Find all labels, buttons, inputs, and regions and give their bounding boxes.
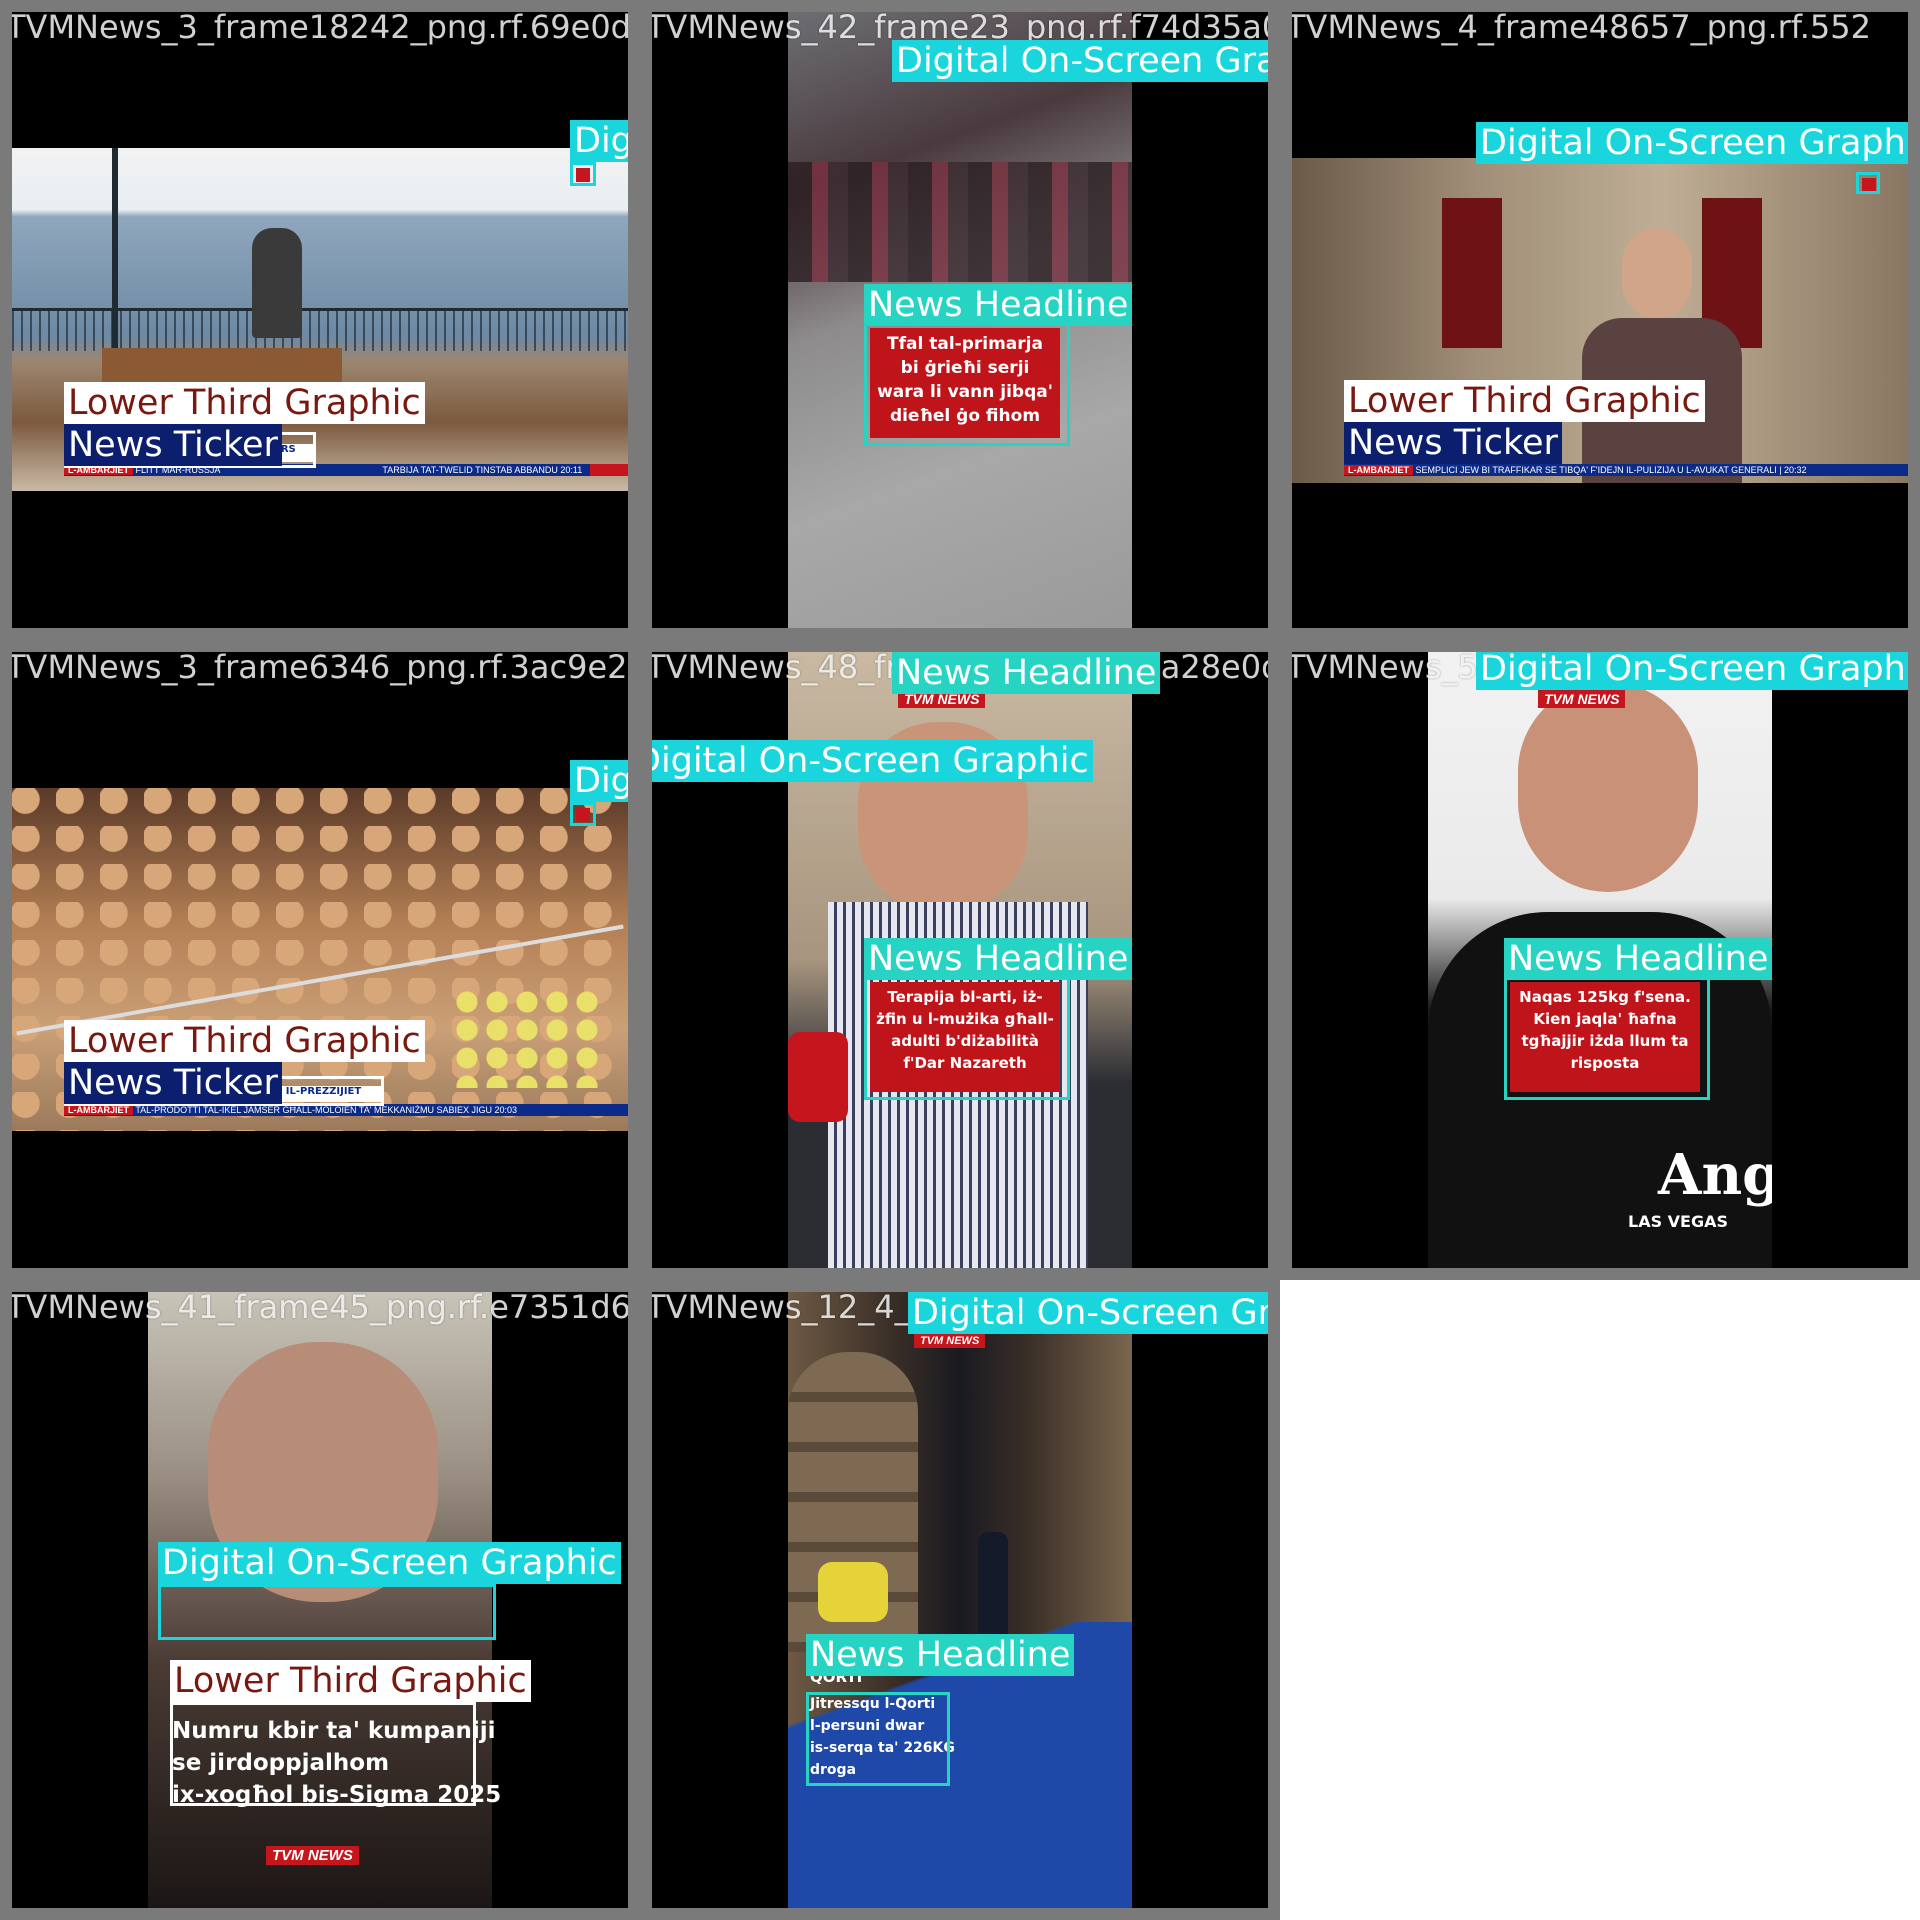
speaker-head	[1622, 228, 1692, 318]
ticker-text-2: TARBIJA TAT-TWELID TINSTAB ABBANDU 20:11	[382, 465, 583, 475]
couple-figures	[252, 228, 302, 338]
mosaic-tile-5: TVM NEWS Terapija bl-arti, iż-żfin u l-m…	[640, 640, 1280, 1280]
tvm-news-logo: TVM NEWS	[1538, 690, 1626, 708]
tvm-news-logo: TVM NEWS	[266, 1846, 359, 1865]
class-label-dosg: Digital On-Screen Graphic	[570, 760, 628, 802]
mosaic-tile-3: L-AMBARJIET SEMPLICI JEW BI TRAFFIKAR SE…	[1280, 0, 1920, 640]
red-curtain-left	[1442, 198, 1502, 348]
ticker-text: SEMPLICI JEW BI TRAFFIKAR SE TIBQA' F'ID…	[1415, 465, 1807, 475]
bbox-dosg	[1856, 172, 1880, 194]
flowers	[452, 988, 602, 1088]
class-label-ltg: Lower Third Graphic	[64, 382, 425, 424]
filename-label: TVMNews_3_frame18242_png.rf.69e0d7a0620	[6, 8, 631, 46]
bbox-ltg	[170, 1702, 476, 1806]
shirt-print: Ang	[1658, 1142, 1772, 1208]
class-label-dosg: Digital On-Screen Graphic	[570, 120, 628, 162]
filename-label: TVMNews_41_frame45_png.rf.e7351d6390	[6, 1288, 640, 1326]
class-label-ltg: Lower Third Graphic	[170, 1660, 531, 1702]
class-label-nt: News Ticker	[64, 424, 282, 466]
class-label-nh: News Headline	[1504, 938, 1773, 980]
class-label-nh: News Headline	[806, 1634, 1075, 1676]
mosaic-tile-2: Tfal tal-primarja bi ġrieħi serji wara l…	[640, 0, 1280, 640]
class-label-dosg: Digital On-Screen Graphic	[892, 40, 1268, 82]
class-label-ltg: Lower Third Graphic	[64, 1020, 425, 1062]
bbox-nh	[864, 322, 1070, 446]
class-label-nt: News Ticker	[1344, 422, 1562, 464]
ticker-tag: L-AMBARJIET	[1344, 465, 1413, 475]
filename-label: TVMNews_3_frame6346_png.rf.3ac9e294b9a4	[6, 648, 640, 686]
tvm-news-logo: TVM NEWS	[914, 1334, 986, 1348]
bbox-nh	[864, 976, 1070, 1100]
class-label-dosg: Digital On-Screen Graphic	[1476, 652, 1908, 690]
class-label-dosg: Digital On-Screen Graphic	[908, 1292, 1268, 1334]
mosaic-tile-6: Ang LAS VEGAS TVM NEWS Naqas 125kg f'sen…	[1280, 640, 1920, 1280]
bbox-nh	[806, 1692, 950, 1786]
ticker-tag: L-AMBARJIET	[64, 1105, 133, 1115]
bbox-dosg	[158, 1584, 496, 1640]
mosaic-tile-4: L-AMBARJIET TAL-PRODOTTI TAL-IKEL JAMSER…	[0, 640, 640, 1280]
microphone	[788, 1032, 848, 1122]
class-label-dosg: Digital On-Screen Graphic	[1476, 122, 1908, 164]
mosaic-tile-1: L-AMBARJIET FLITT MAR-RUSSJA TARBIJA TAT…	[0, 0, 640, 640]
mosaic-tile-8: TVM NEWS QORTI Jitressqu l-Qorti l-persu…	[640, 1280, 1280, 1920]
class-label-nh: News Headline	[864, 938, 1133, 980]
bbox-dosg	[570, 162, 596, 186]
class-label-dosg: Digital On-Screen Graphic	[158, 1542, 621, 1584]
lamp-post	[112, 148, 118, 348]
ticker-text: TAL-PRODOTTI TAL-IKEL JAMSER GĦALL-MOLOI…	[135, 1105, 517, 1115]
filename-label: TVMNews_4_frame48657_png.rf.552	[1286, 8, 1871, 46]
police-car	[818, 1562, 888, 1622]
class-label-nh-top: News Headline	[892, 652, 1161, 694]
alley-scene	[788, 1292, 1132, 1908]
shirt-print-sub: LAS VEGAS	[1628, 1212, 1729, 1231]
crowd-shapes	[788, 162, 1132, 282]
class-label-nt: News Ticker	[64, 1062, 282, 1104]
class-label-nh: News Headline	[864, 284, 1133, 326]
class-label-dosg: Digital On-Screen Graphic	[652, 740, 1093, 782]
mosaic-tile-7: Numru kbir ta' kumpaniji se jirdoppjalho…	[0, 1280, 640, 1920]
bbox-nh	[1504, 976, 1710, 1100]
railing	[12, 308, 628, 351]
news-ticker-bar: L-AMBARJIET SEMPLICI JEW BI TRAFFIKAR SE…	[1344, 464, 1908, 476]
class-label-ltg: Lower Third Graphic	[1344, 380, 1705, 422]
man-head	[1518, 682, 1698, 892]
ticker-end-block	[590, 464, 628, 476]
bbox-dosg	[570, 802, 596, 826]
